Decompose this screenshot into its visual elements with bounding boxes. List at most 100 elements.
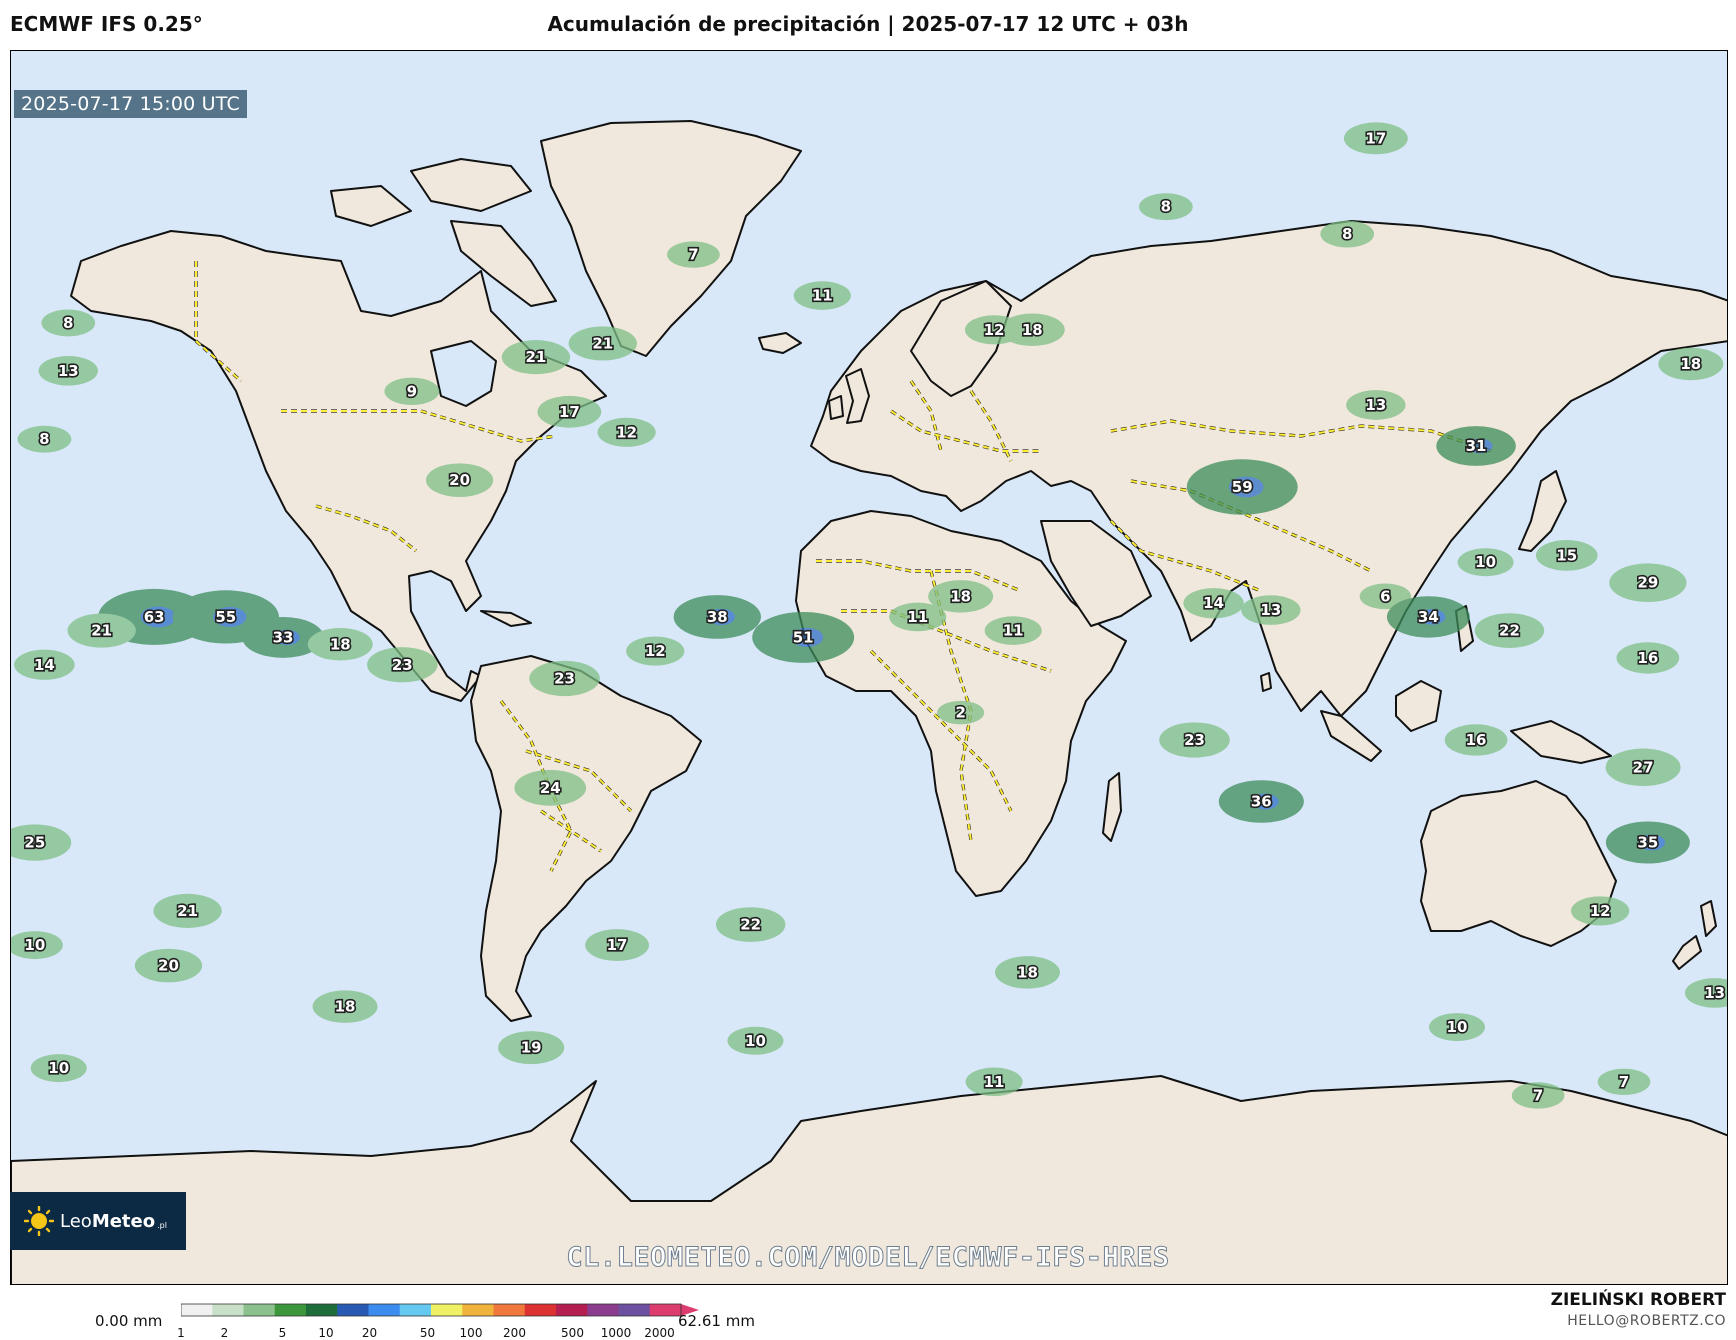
- precip-value-label: 23: [1184, 731, 1205, 749]
- precip-value-label: 23: [554, 669, 575, 687]
- precip-value-label: 16: [1637, 649, 1658, 667]
- precip-value-label: 38: [707, 608, 728, 626]
- precip-value-label: 18: [330, 635, 351, 653]
- precip-value-label: 24: [540, 779, 561, 797]
- precip-value-label: 12: [984, 321, 1005, 339]
- colorbar-segment: [181, 1304, 213, 1316]
- colorbar-tick-label: 1: [177, 1326, 185, 1340]
- colorbar-segment: [337, 1304, 369, 1316]
- precip-value-label: 20: [158, 957, 179, 975]
- author-credit: ZIELIŃSKI ROBERT: [1550, 1290, 1726, 1310]
- precip-value-label: 25: [24, 834, 45, 852]
- colorbar-tick-label: 20: [361, 1326, 378, 1340]
- precip-value-label: 10: [745, 1032, 766, 1050]
- colorbar-tick-label: 5: [278, 1326, 287, 1340]
- colorbar-tick-label: 50: [419, 1326, 436, 1340]
- precip-value-label: 2: [955, 704, 965, 722]
- precip-value-label: 14: [1203, 594, 1224, 612]
- precip-value-label: 7: [688, 246, 698, 264]
- precip-value-label: 22: [740, 916, 761, 934]
- colorbar-segment: [493, 1304, 526, 1316]
- precip-value-label: 10: [1447, 1018, 1468, 1036]
- logo-suffix: .pl: [157, 1220, 167, 1230]
- precip-value-label: 17: [1365, 129, 1386, 147]
- colorbar-segment: [649, 1304, 682, 1316]
- precip-value-label: 10: [1475, 553, 1496, 571]
- precip-value-label: 8: [1342, 225, 1352, 243]
- colorbar-tick-label: 100: [459, 1326, 483, 1340]
- precip-value-label: 12: [645, 642, 666, 660]
- precip-value-label: 18: [335, 998, 356, 1016]
- precip-value-label: 18: [1022, 321, 1043, 339]
- colorbar-segment: [243, 1304, 276, 1316]
- precip-value-label: 17: [607, 936, 628, 954]
- precip-value-label: 11: [984, 1073, 1005, 1091]
- colorbar-max-label: 62.61 mm: [678, 1312, 755, 1330]
- colorbar-tick-label: 1000: [600, 1326, 632, 1340]
- colorbar-segment: [587, 1304, 619, 1316]
- precip-value-label: 59: [1232, 478, 1253, 496]
- precip-value-label: 13: [1704, 984, 1725, 1002]
- colorbar: [181, 1303, 699, 1317]
- precip-value-label: 51: [793, 628, 814, 646]
- logo-text: LeoMeteo: [60, 1210, 156, 1232]
- precip-value-label: 13: [58, 362, 79, 380]
- precip-value-label: 16: [1466, 731, 1487, 749]
- precip-value-label: 21: [91, 622, 112, 640]
- precip-value-label: 22: [1499, 622, 1520, 640]
- precip-value-label: 10: [48, 1059, 69, 1077]
- watermark-url: CL.LEOMETEO.COM/MODEL/ECMWF-IFS-HRES: [566, 1242, 1170, 1274]
- colorbar-min-label: 0.00 mm: [95, 1312, 163, 1330]
- precip-value-label: 8: [39, 430, 49, 448]
- colorbar-segment: [399, 1304, 432, 1316]
- precip-value-label: 18: [950, 587, 971, 605]
- precip-value-label: 13: [1260, 601, 1281, 619]
- colorbar-tick-label: 500: [561, 1326, 584, 1340]
- precip-value-label: 11: [1003, 622, 1024, 640]
- precip-value-label: 9: [407, 382, 417, 400]
- colorbar-segment: [556, 1304, 588, 1316]
- precip-value-label: 19: [521, 1039, 542, 1057]
- precip-value-label: 17: [559, 403, 580, 421]
- precip-value-label: 6: [1380, 587, 1390, 605]
- precip-value-label: 12: [1590, 902, 1611, 920]
- precip-value-label: 23: [392, 656, 413, 674]
- precipitation-map[interactable]: 17 8 8 18 7 11 8 13 8 21 21 9 17 12 20 12 18 13 31 59 10 15 29…: [10, 50, 1728, 1285]
- valid-time-badge: 2025-07-17 15:00 UTC: [14, 90, 247, 118]
- precip-value-label: 20: [449, 471, 470, 489]
- colorbar-segment: [462, 1304, 494, 1316]
- precip-value-label: 8: [1161, 198, 1171, 216]
- colorbar-segment: [274, 1304, 307, 1316]
- precip-value-label: 31: [1466, 437, 1487, 455]
- colorbar-segment: [431, 1304, 463, 1316]
- land-ireland: [828, 395, 844, 420]
- precip-value-label: 7: [1533, 1086, 1543, 1104]
- colorbar-segment: [212, 1304, 244, 1316]
- precip-value-label: 18: [1017, 963, 1038, 981]
- precip-value-label: 14: [34, 656, 55, 674]
- precip-value-label: 29: [1637, 574, 1658, 592]
- precip-value-label: 21: [177, 902, 198, 920]
- precip-value-label: 18: [1680, 355, 1701, 373]
- precip-value-label: 21: [592, 334, 613, 352]
- precip-value-label: 36: [1251, 792, 1272, 810]
- author-email: HELLO@ROBERTZ.CO: [1567, 1313, 1726, 1329]
- colorbar-segment: [306, 1304, 338, 1316]
- precip-value-label: 11: [812, 287, 833, 305]
- colorbar-tick-label: 10: [318, 1326, 334, 1340]
- map-title: Acumulación de precipitación | 2025-07-1…: [547, 12, 1189, 36]
- precip-value-label: 10: [24, 936, 45, 954]
- precip-value-label: 21: [526, 348, 547, 366]
- precip-value-label: 35: [1637, 834, 1658, 852]
- colorbar-segment: [524, 1304, 557, 1316]
- precip-value-label: 33: [273, 628, 294, 646]
- precip-value-label: 8: [63, 314, 73, 332]
- land-sri-lanka: [1260, 672, 1272, 692]
- colorbar-tick-label: 200: [503, 1326, 526, 1340]
- colorbar-segment: [618, 1304, 651, 1316]
- precip-value-label: 15: [1556, 546, 1577, 564]
- colorbar-tick-label: 2000: [644, 1326, 675, 1340]
- colorbar-tick-label: 2: [220, 1326, 229, 1340]
- precip-value-label: 27: [1633, 758, 1654, 776]
- precip-value-label: 55: [215, 608, 236, 626]
